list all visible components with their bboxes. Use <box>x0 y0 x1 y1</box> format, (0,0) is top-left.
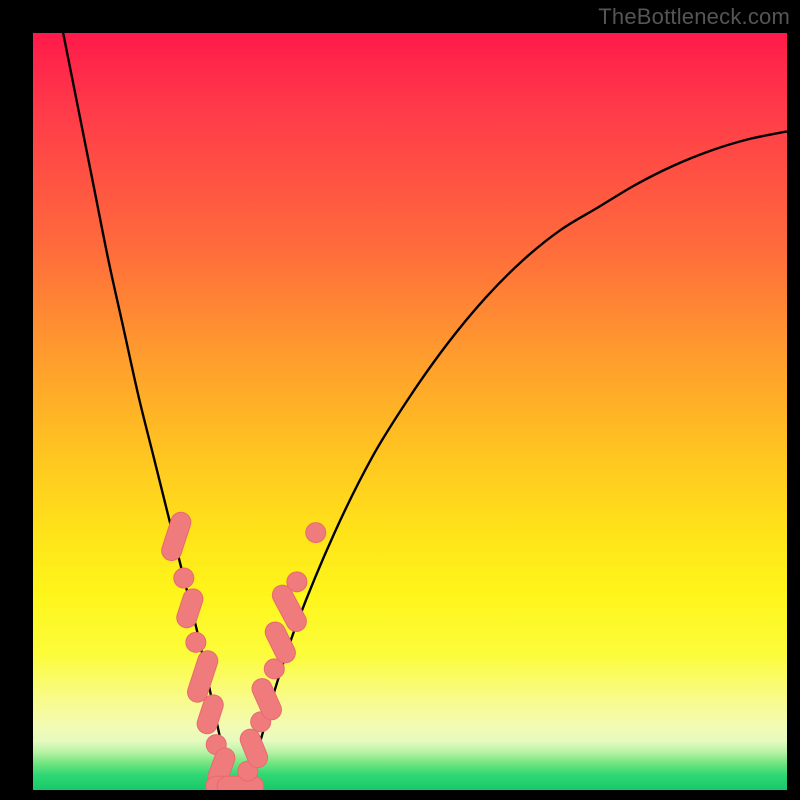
curve-marker-pill <box>159 510 193 564</box>
chart-frame: TheBottleneck.com <box>0 0 800 800</box>
curve-marker-dot <box>186 632 206 652</box>
chart-svg <box>33 33 787 790</box>
watermark-text: TheBottleneck.com <box>598 4 790 30</box>
bottleneck-curve <box>63 33 787 790</box>
curve-marker-dot <box>287 572 307 592</box>
marker-layer <box>159 510 326 790</box>
curve-marker-dot <box>174 568 194 588</box>
curve-marker-dot <box>306 523 326 543</box>
curve-layer <box>63 33 787 790</box>
curve-marker-pill <box>174 586 205 630</box>
